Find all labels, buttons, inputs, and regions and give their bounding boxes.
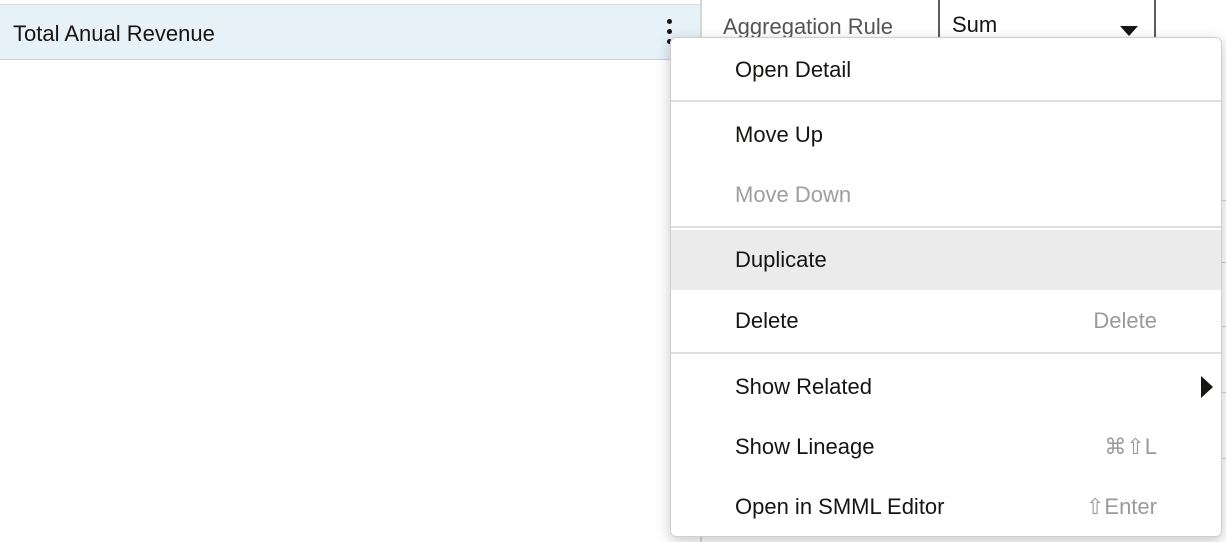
aggregation-rule-select[interactable]: Sum [938,0,1156,40]
menu-item-shortcut: ⌘⇧L [1104,434,1157,459]
menu-item-show-lineage[interactable]: Show Lineage ⌘⇧L [671,417,1221,477]
menu-item-open-in-smml-editor[interactable]: Open in SMML Editor ⇧Enter [671,477,1221,536]
menu-item-label: Open in SMML Editor [735,494,945,519]
menu-item-shortcut: Delete [1093,308,1157,333]
caret-down-icon [1120,26,1138,36]
context-menu: Open Detail Move Up Move Down Duplicate … [670,37,1222,537]
menu-item-shortcut: ⇧Enter [1085,494,1157,519]
panel-rule [1222,200,1226,201]
menu-item-show-related[interactable]: Show Related [671,357,1221,417]
menu-item-label: Move Down [735,182,852,207]
menu-item-label: Show Lineage [735,434,875,459]
menu-item-label: Delete [735,308,799,333]
aggregation-rule-value: Sum [952,12,998,37]
menu-separator [671,352,1221,354]
menu-item-label: Open Detail [735,57,852,82]
menu-separator [671,100,1221,102]
menu-separator [671,226,1221,228]
menu-item-label: Move Up [735,122,824,147]
menu-item-duplicate[interactable]: Duplicate [671,230,1221,290]
panel-rule [1222,392,1226,393]
panel-rule [1222,326,1226,327]
panel-rule [1222,458,1226,459]
list-item-label: Total Anual Revenue [13,21,215,46]
columns-list-panel: Total Anual Revenue [0,0,701,542]
menu-item-label: Show Related [735,374,872,399]
menu-item-move-up[interactable]: Move Up [671,105,1221,165]
panel-rule [1222,262,1226,263]
menu-item-move-down: Move Down [671,165,1221,225]
menu-item-label: Duplicate [735,247,827,272]
list-item-total-anual-revenue[interactable]: Total Anual Revenue [0,4,700,60]
menu-item-delete[interactable]: Delete Delete [671,291,1221,351]
menu-item-open-detail[interactable]: Open Detail [671,40,1221,100]
caret-right-icon [1201,376,1213,398]
